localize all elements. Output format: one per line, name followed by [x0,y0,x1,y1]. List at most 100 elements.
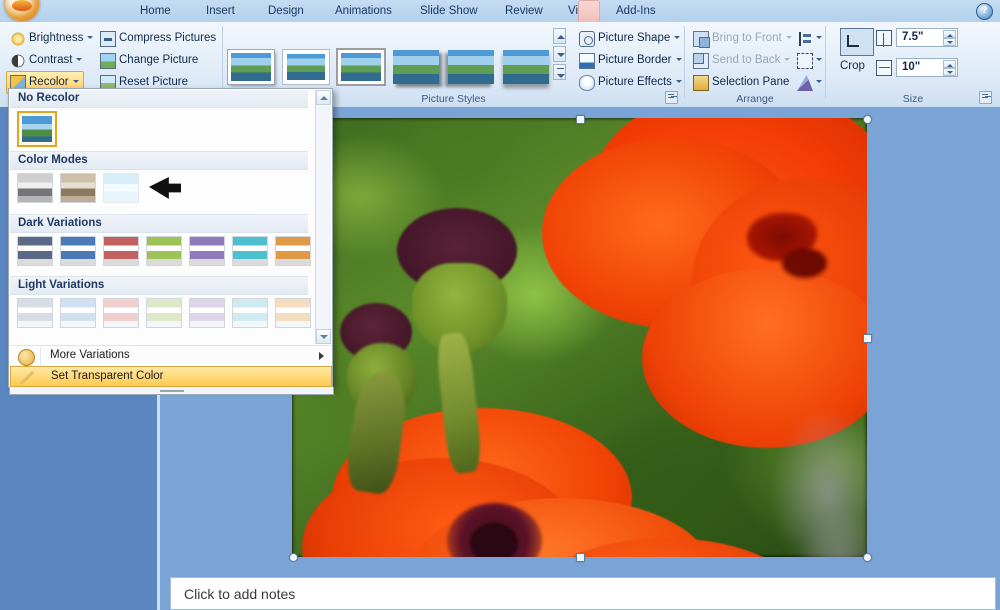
selection-pane-button[interactable]: Selection Pane [689,71,794,94]
black-and-white-swatch[interactable] [149,177,181,199]
picture-effects-label: Picture Effects [598,76,672,88]
tab-animations[interactable]: Animations [325,1,402,22]
handle-bottom-center[interactable] [576,553,585,562]
handle-top-center[interactable] [576,115,585,124]
dark-variation-1[interactable] [17,236,53,266]
light-variation-5[interactable] [189,298,225,328]
change-picture-label: Change Picture [119,54,199,66]
crop-label[interactable]: Crop [840,60,865,72]
shape-width-stepper[interactable]: 10" [896,58,958,77]
rotate-icon [797,75,813,91]
pen-icon [19,370,34,385]
group-button[interactable] [793,49,827,72]
selection-pane-label: Selection Pane [712,76,790,88]
send-to-back-button[interactable]: Send to Back [689,49,795,72]
sepia-swatch[interactable] [60,173,96,203]
notes-placeholder-box[interactable]: Click to add notes [170,577,996,610]
change-picture-icon [100,53,116,69]
dark-variation-4[interactable] [146,236,182,266]
menu-scroll-up-button[interactable] [316,90,331,105]
picture-shape-label: Picture Shape [598,32,671,44]
dark-variation-5[interactable] [189,236,225,266]
shape-width-down[interactable] [943,68,956,76]
brightness-button[interactable]: Brightness [6,27,98,50]
set-transparent-color-label: Set Transparent Color [51,370,164,382]
tab-add-ins[interactable]: Add-Ins [606,1,666,22]
gallery-scroll-down-button[interactable] [553,46,566,62]
recolor-dropdown-menu[interactable]: No Recolor Color Modes Dark Variations L… [8,88,334,395]
contrast-button[interactable]: Contrast [6,49,87,72]
tab-review[interactable]: Review [495,1,553,22]
notes-placeholder-text: Click to add notes [184,586,296,602]
more-variations-item[interactable]: More Variations [10,345,332,367]
gallery-scroll-up-button[interactable] [553,28,566,44]
shape-width-up[interactable] [943,60,956,68]
crop-icon[interactable] [840,28,874,56]
menu-grip[interactable] [9,387,334,395]
size-dialog-launcher[interactable] [979,91,992,104]
light-variation-4[interactable] [146,298,182,328]
light-variation-3[interactable] [103,298,139,328]
rotate-button[interactable] [793,71,827,94]
align-button[interactable] [793,27,827,50]
submenu-chevron-icon [319,352,324,360]
chevron-down-icon [72,80,79,84]
picture-style-thumb-2[interactable] [283,50,329,84]
picture-border-button[interactable]: Picture Border [575,49,687,72]
brightness-label: Brightness [29,32,84,44]
dark-variation-3[interactable] [103,236,139,266]
picture-style-thumb-4[interactable] [393,50,439,84]
ribbon-tab-bar: Home Insert Design Animations Slide Show… [0,0,1000,22]
shape-height-value: 7.5" [902,31,924,43]
no-recolor-title: No Recolor [18,92,80,104]
chevron-down-icon [675,80,682,84]
picture-effects-icon [579,75,595,91]
no-recolor-swatch[interactable] [17,111,57,147]
shape-height-icon [876,30,892,47]
handle-bottom-right[interactable] [863,553,872,562]
shape-height-up[interactable] [943,30,956,38]
shape-height-down[interactable] [943,38,956,46]
dark-variation-7[interactable] [275,236,311,266]
picture-style-thumb-1[interactable] [228,50,274,84]
handle-top-right[interactable] [863,115,872,124]
set-transparent-color-item[interactable]: Set Transparent Color [10,366,332,387]
tab-design[interactable]: Design [258,1,314,22]
light-variation-7[interactable] [275,298,311,328]
contrast-icon [11,54,25,68]
tab-slide-show[interactable]: Slide Show [410,1,488,22]
dark-variation-6[interactable] [232,236,268,266]
tab-home[interactable]: Home [130,1,181,22]
handle-middle-right[interactable] [863,334,872,343]
washout-swatch[interactable] [103,173,139,203]
poppy-flower-picture[interactable] [292,118,867,557]
picture-shape-button[interactable]: Picture Shape [575,27,685,50]
handle-bottom-left[interactable] [289,553,298,562]
light-variation-1[interactable] [17,298,53,328]
dark-variation-2[interactable] [60,236,96,266]
compress-pictures-button[interactable]: Compress Pictures [96,27,221,50]
help-icon[interactable]: ? [976,3,993,20]
ribbon-group-size: Crop 7.5" 10" Size [826,22,1000,107]
light-variation-6[interactable] [232,298,268,328]
gallery-more-button[interactable] [553,64,566,80]
section-header-color-modes: Color Modes [10,151,308,170]
menu-scroll-down-button[interactable] [316,329,331,344]
change-picture-button[interactable]: Change Picture [96,49,203,72]
picture-style-thumb-3[interactable] [338,50,384,84]
picture-border-label: Picture Border [598,54,672,66]
picture-style-thumb-6[interactable] [503,50,549,84]
office-button[interactable] [4,0,40,22]
picture-styles-dialog-launcher[interactable] [665,91,678,104]
picture-style-thumb-5[interactable] [448,50,494,84]
grayscale-swatch[interactable] [17,173,53,203]
group-icon [797,53,813,69]
bring-to-front-button[interactable]: Bring to Front [689,27,797,50]
selection-pane-icon [693,75,709,91]
light-variation-2[interactable] [60,298,96,328]
shape-height-stepper[interactable]: 7.5" [896,28,958,47]
section-header-no-recolor: No Recolor [10,90,308,108]
chevron-down-icon [87,36,94,40]
tab-insert[interactable]: Insert [196,1,245,22]
menu-scrollbar[interactable] [315,90,331,344]
